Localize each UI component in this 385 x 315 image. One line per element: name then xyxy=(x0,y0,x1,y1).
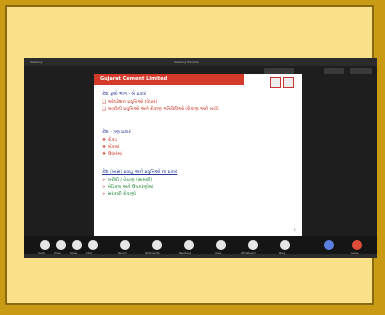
presentation-slide: Gujarat Cement Limited કેશ ફ્લો ભાગ - બે… xyxy=(94,74,302,236)
window-titlebar: Meeting Meeting Window xyxy=(24,58,377,66)
meeting-toolbar: Audio Video Share Chat Record Participan… xyxy=(24,236,377,258)
more-button[interactable] xyxy=(280,240,290,250)
section3-item-1: ➢ ખરીદી / વેચાણ (સામગ્રી) xyxy=(102,178,153,183)
record-button[interactable] xyxy=(120,240,130,250)
share-button[interactable] xyxy=(72,240,82,250)
chat-button[interactable] xyxy=(88,240,98,250)
window-left-label: Meeting xyxy=(30,60,43,64)
audio-button[interactable] xyxy=(40,240,50,250)
slide-logos xyxy=(268,77,294,89)
screenshot-screen: Meeting Meeting Window Gujarat Cement Li… xyxy=(24,58,377,258)
whiteboard-button[interactable] xyxy=(248,240,258,250)
participants-button[interactable] xyxy=(152,240,162,250)
section3-item-2: ➢ મેડિકલ અને ઉપકરણોમાં xyxy=(102,185,154,190)
section1-heading: કેશ ફ્લો ભાગ - બે પ્રકાર xyxy=(102,92,147,97)
slide-header: Gujarat Cement Limited xyxy=(94,74,244,85)
logo-icon-1 xyxy=(270,77,281,88)
logo-icon-2 xyxy=(283,77,294,88)
reactions-button[interactable] xyxy=(184,240,194,250)
section1-item-2: ❑ બાકીની પ્રવૃત્તિઓ અને રોકાણ ગતિવિધિઓ (ર… xyxy=(102,107,219,112)
highlight-button[interactable] xyxy=(324,240,334,250)
window-title: Meeting Window xyxy=(174,60,199,64)
tool-icons[interactable] xyxy=(324,68,344,74)
section2-item-2: ❖ બેંકમાં xyxy=(102,145,120,150)
section2-item-1: ❖ રોકડ xyxy=(102,138,118,143)
video-button[interactable] xyxy=(56,240,66,250)
section1-item-1: ❑ ઓપરેશન પ્રવૃત્તિઓ (વેપાર) xyxy=(102,100,158,105)
apps-button[interactable] xyxy=(216,240,226,250)
section3-item-3: ➢ સરકારી રોકાણો xyxy=(102,192,136,197)
leave-button[interactable] xyxy=(352,240,362,250)
zoom-controls[interactable] xyxy=(350,68,372,74)
slide-page-number: 1 xyxy=(293,228,296,232)
section2-heading: કેશ - ત્રણ પ્રકાર xyxy=(102,130,131,135)
section3-heading: કેશ (ખાસ) પ્રવાહ અને પ્રવૃત્તિઓ ના પ્રકા… xyxy=(102,170,178,175)
section2-item-3: ❖ ઉધારમાં xyxy=(102,152,122,157)
os-taskbar xyxy=(24,254,377,258)
